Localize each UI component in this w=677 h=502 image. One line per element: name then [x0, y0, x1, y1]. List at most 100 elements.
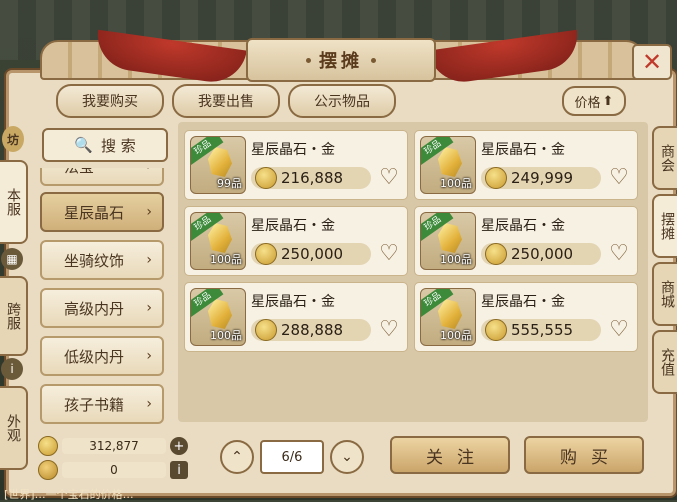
tab-sell[interactable]: 我要出售	[172, 84, 280, 118]
crystal-icon	[438, 223, 462, 253]
currency-bound: 0 i	[38, 460, 188, 480]
sort-up-icon: ⬆	[602, 93, 614, 109]
item-quality: 100品	[210, 253, 242, 266]
crystal-icon	[208, 299, 232, 329]
coin-icon	[485, 319, 507, 341]
category-item[interactable]: 高级内丹 ›	[40, 288, 164, 328]
item-quality: 100品	[210, 329, 242, 342]
chevron-right-icon: ›	[146, 396, 152, 412]
item-thumbnail: 珍品 100品	[190, 212, 246, 270]
page-next-button[interactable]: ⌄	[330, 440, 364, 474]
add-gold-button[interactable]: +	[170, 437, 188, 455]
item-name: 星辰晶石・金	[251, 142, 335, 158]
crystal-icon	[208, 223, 232, 253]
listing-card[interactable]: 珍品 100品 星辰晶石・金 249,999 ♡	[414, 130, 638, 200]
close-icon: ✕	[641, 48, 663, 76]
side-tab-cross[interactable]: 跨服	[0, 276, 28, 356]
listing-card[interactable]: 珍品 100品 星辰晶石・金 250,000 ♡	[184, 206, 408, 276]
gold-amount: 312,877	[62, 438, 166, 454]
chevron-down-icon: ⌄	[341, 449, 353, 465]
gold-coin-icon	[38, 436, 58, 456]
item-thumbnail: 珍品 100品	[190, 288, 246, 346]
listing-card[interactable]: 珍品 99品 星辰晶石・金 216,888 ♡	[184, 130, 408, 200]
category-item-active[interactable]: 星辰晶石 ›	[40, 192, 164, 232]
category-item[interactable]: 低级内丹 ›	[40, 336, 164, 376]
info-icon[interactable]: i	[1, 358, 23, 380]
heart-icon[interactable]: ♡	[607, 167, 631, 189]
price-value: 216,888	[281, 169, 344, 187]
currency-gold: 312,877 +	[38, 436, 188, 456]
category-label: 坐骑纹饰	[64, 251, 125, 270]
item-name: 星辰晶石・金	[251, 218, 335, 234]
page-prev-button[interactable]: ⌃	[220, 440, 254, 474]
listing-card[interactable]: 珍品 100品 星辰晶石・金 250,000 ♡	[414, 206, 638, 276]
right-tab-stall[interactable]: 摆摊	[652, 194, 677, 258]
heart-icon[interactable]: ♡	[607, 319, 631, 341]
listing-card[interactable]: 珍品 100品 星辰晶石・金 555,555 ♡	[414, 282, 638, 352]
follow-button[interactable]: 关注	[390, 436, 510, 474]
price-value: 250,000	[511, 245, 574, 263]
item-quality: 100品	[440, 329, 472, 342]
category-label: 低级内丹	[64, 347, 125, 366]
item-quality: 100品	[440, 177, 472, 190]
side-tab-local[interactable]: 本服	[0, 160, 28, 244]
price-value: 288,888	[281, 321, 344, 339]
listing-card[interactable]: 珍品 100品 星辰晶石・金 288,888 ♡	[184, 282, 408, 352]
search-button[interactable]: 🔍 搜 索	[42, 128, 168, 162]
sort-price-button[interactable]: 价格 ⬆	[562, 86, 626, 116]
category-item[interactable]: 坐骑纹饰 ›	[40, 240, 164, 280]
chevron-right-icon: ›	[146, 300, 152, 316]
price-value: 249,999	[511, 169, 574, 187]
listing-grid: 珍品 99品 星辰晶石・金 216,888 ♡ 珍品 100品 星辰晶石・金 2…	[178, 122, 648, 422]
info-icon[interactable]: i	[170, 461, 188, 479]
buy-button[interactable]: 购买	[524, 436, 644, 474]
category-item[interactable]: 法宝 ›	[40, 168, 164, 186]
page-indicator[interactable]: 6/6	[260, 440, 324, 474]
item-name: 星辰晶石・金	[251, 294, 335, 310]
crystal-icon	[438, 299, 462, 329]
category-list[interactable]: 法宝 › 星辰晶石 › 坐骑纹饰 › 高级内丹 › 低级内丹 › 孩子书籍 ›	[38, 168, 168, 430]
search-icon: 🔍	[74, 136, 93, 154]
category-label: 星辰晶石	[64, 203, 125, 222]
heart-icon[interactable]: ♡	[377, 319, 401, 341]
heart-icon[interactable]: ♡	[377, 167, 401, 189]
right-tab-guild[interactable]: 商会	[652, 126, 677, 190]
coin-icon	[255, 243, 277, 265]
coin-icon	[485, 167, 507, 189]
category-item[interactable]: 孩子书籍 ›	[40, 384, 164, 424]
sort-label: 价格	[574, 95, 601, 111]
close-button[interactable]: ✕	[632, 44, 672, 80]
coin-icon	[485, 243, 507, 265]
item-thumbnail: 珍品 100品	[420, 136, 476, 194]
side-tab-fang[interactable]: 坊	[2, 126, 24, 152]
right-tab-mall[interactable]: 商城	[652, 262, 677, 326]
item-price: 249,999	[481, 167, 601, 189]
item-price: 250,000	[251, 243, 371, 265]
chevron-right-icon: ›	[146, 252, 152, 268]
item-price: 555,555	[481, 319, 601, 341]
chevron-up-icon: ⌃	[231, 449, 243, 465]
bound-amount: 0	[62, 462, 166, 478]
crystal-icon	[208, 147, 232, 177]
heart-icon[interactable]: ♡	[607, 243, 631, 265]
coin-icon	[255, 167, 277, 189]
window-title-text: 摆摊	[319, 51, 363, 72]
item-price: 216,888	[251, 167, 371, 189]
chevron-right-icon: ›	[146, 348, 152, 364]
tab-public[interactable]: 公示物品	[288, 84, 396, 118]
category-label: 孩子书籍	[64, 395, 125, 414]
tab-buy[interactable]: 我要购买	[56, 84, 164, 118]
item-name: 星辰晶石・金	[481, 218, 565, 234]
side-tab-appearance[interactable]: 外观	[0, 386, 28, 470]
item-name: 星辰晶石・金	[481, 294, 565, 310]
crystal-icon	[438, 147, 462, 177]
title-dot-left	[306, 57, 311, 63]
grid-icon[interactable]: ▦	[1, 248, 23, 270]
right-tab-recharge[interactable]: 充值	[652, 330, 677, 394]
title-dot-right	[371, 57, 376, 63]
category-label: 法宝	[64, 168, 94, 177]
category-label: 高级内丹	[64, 299, 125, 318]
heart-icon[interactable]: ♡	[377, 243, 401, 265]
item-thumbnail: 珍品 100品	[420, 288, 476, 346]
search-label: 搜 索	[100, 136, 136, 155]
